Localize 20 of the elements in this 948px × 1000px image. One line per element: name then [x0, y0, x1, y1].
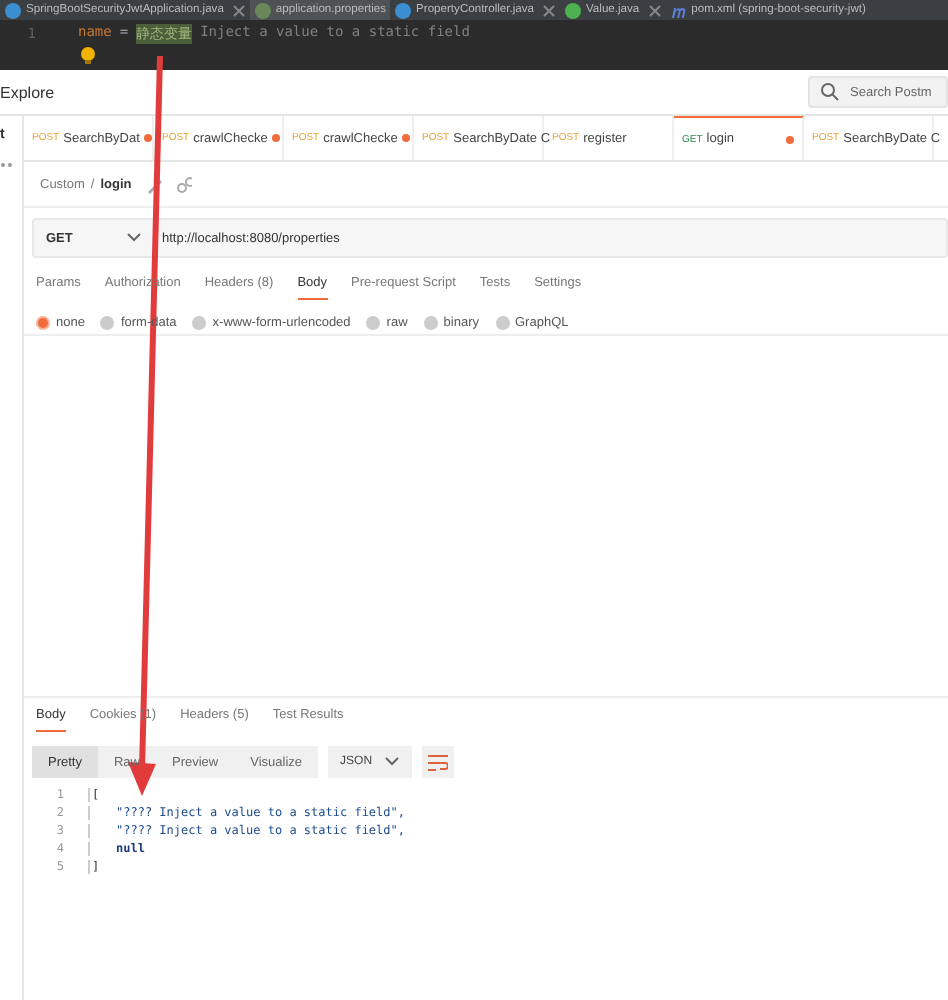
radio-button[interactable]	[36, 315, 50, 329]
link-icon	[175, 175, 192, 193]
chevron-icon	[126, 232, 142, 244]
radio-button[interactable]	[495, 315, 509, 329]
file-icon	[253, 1, 272, 19]
wrap-lines-icon	[428, 753, 449, 771]
file-icon	[4, 1, 22, 19]
lightbulb-icon	[80, 46, 96, 64]
wrap-button[interactable]	[422, 746, 455, 778]
file-icon	[394, 1, 413, 19]
dots-icon	[0, 162, 14, 168]
search-icon	[820, 82, 840, 102]
radio-button[interactable]	[192, 315, 207, 329]
radio-button[interactable]	[423, 315, 438, 329]
pencil-icon	[145, 175, 162, 193]
file-icon	[564, 1, 582, 19]
page-title: Explore	[0, 83, 55, 101]
radio-button[interactable]	[100, 315, 115, 329]
radio-button[interactable]	[366, 315, 381, 329]
chevron-icon	[384, 756, 401, 768]
